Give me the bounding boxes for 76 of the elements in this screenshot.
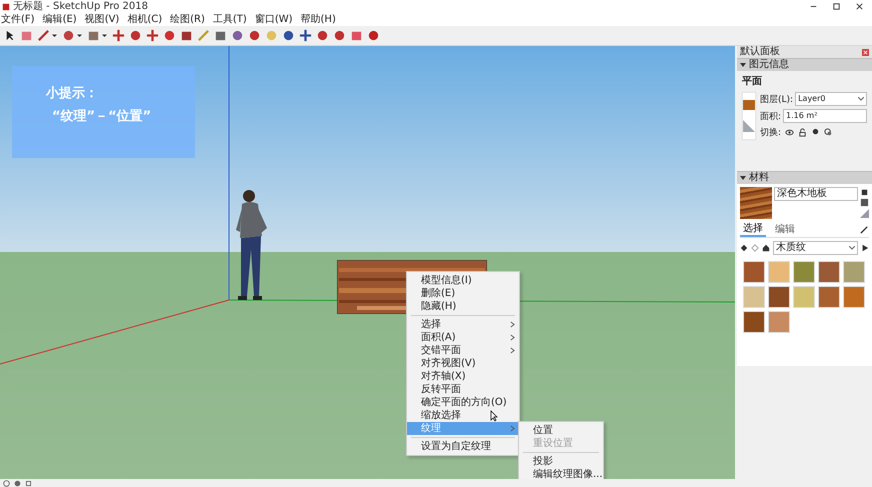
menu-item[interactable]: 确定平面的方向(O) <box>407 396 519 409</box>
material-swatch[interactable] <box>768 261 790 283</box>
caret-icon[interactable] <box>101 32 108 39</box>
material-swatch[interactable] <box>768 286 790 308</box>
material-swatch[interactable] <box>743 311 765 333</box>
section-title: 图元信息 <box>749 59 789 71</box>
material-swatch[interactable] <box>768 311 790 333</box>
field-label: 面积: <box>760 110 782 122</box>
home-icon[interactable] <box>762 244 770 252</box>
library-dropdown[interactable]: 木质纹 <box>773 241 858 255</box>
back-arrow-icon[interactable] <box>740 244 748 252</box>
tab[interactable]: 编辑 <box>772 223 798 236</box>
menu-item[interactable]: 位置 <box>519 424 603 437</box>
mouse-cursor-icon <box>490 410 498 422</box>
material-swatch[interactable] <box>843 286 865 308</box>
square-icon[interactable] <box>87 29 100 42</box>
tip-title: 小提示： <box>46 86 98 101</box>
menu-item[interactable]: 视图(V) <box>84 14 120 26</box>
area-field[interactable]: 1.16 m² <box>783 109 867 123</box>
material-swatch[interactable] <box>843 261 865 283</box>
menu-item[interactable]: 相机(C) <box>127 14 162 26</box>
section-header[interactable]: 图元信息 <box>737 58 872 71</box>
app-icon <box>2 2 10 10</box>
menu-item[interactable]: 编辑纹理图像... <box>519 468 603 479</box>
menu-item[interactable]: 对齐视图(V) <box>407 357 519 370</box>
caret-icon[interactable] <box>51 32 58 39</box>
menu-item[interactable]: 面积(A) <box>407 331 519 344</box>
menu-item[interactable]: 删除(E) <box>407 287 519 300</box>
tab[interactable]: 选择 <box>740 222 766 237</box>
menu-item[interactable]: 投影 <box>519 455 603 468</box>
material-swatch[interactable] <box>818 261 840 283</box>
menu-item[interactable]: 绘图(R) <box>170 14 205 26</box>
panel-title: 默认面板 <box>740 46 780 58</box>
menu-item[interactable]: 编辑(E) <box>42 14 77 26</box>
window-title: 无标题 - SketchUp Pro 2018 <box>13 0 148 12</box>
menu-item[interactable]: 帮助(H) <box>300 14 336 26</box>
material-name-field[interactable]: 深色木地板 <box>774 187 858 201</box>
eye-icon[interactable] <box>785 128 794 137</box>
material-swatch[interactable] <box>793 261 815 283</box>
material-swatch[interactable] <box>818 286 840 308</box>
menu-item[interactable]: 对齐轴(X) <box>407 370 519 383</box>
material-swatch[interactable] <box>743 261 765 283</box>
menu-item[interactable]: 交错平面 <box>407 344 519 357</box>
menu-item[interactable]: 缩放选择 <box>407 409 519 422</box>
section-title: 材料 <box>749 172 769 184</box>
expanded-triangle-icon <box>740 175 746 181</box>
material-swatch[interactable] <box>793 286 815 308</box>
field-label: 切换: <box>760 126 782 139</box>
menu-item[interactable]: 工具(T) <box>212 14 247 26</box>
field-label: 图层(L): <box>760 94 794 106</box>
caret-icon[interactable] <box>76 32 83 39</box>
menu-item[interactable]: 模型信息(I) <box>407 274 519 287</box>
pencil-icon[interactable] <box>37 29 50 42</box>
material-swatch[interactable] <box>743 286 765 308</box>
close-icon[interactable] <box>855 2 864 11</box>
details-arrow-icon[interactable] <box>861 244 869 252</box>
menu-item[interactable]: 选择 <box>407 318 519 331</box>
triangle-icon <box>860 209 869 218</box>
maximize-icon[interactable] <box>832 2 841 11</box>
section-header[interactable]: 材料 <box>737 171 872 184</box>
eyedropper-icon[interactable] <box>860 225 869 234</box>
expanded-triangle-icon <box>740 62 746 68</box>
tip-text: “纹理”－“位置” <box>52 109 152 124</box>
caret-icon <box>849 246 855 250</box>
entity-type-label: 平面 <box>742 75 763 88</box>
menu-item[interactable]: 反转平面 <box>407 383 519 396</box>
menu-item[interactable]: 窗口(W) <box>254 14 293 26</box>
menu-item[interactable]: 设置为自定纹理 <box>407 440 519 453</box>
forward-arrow-icon[interactable] <box>751 244 759 252</box>
material-preview-icon <box>742 92 756 140</box>
menu-item[interactable]: 隐藏(H) <box>407 300 519 313</box>
material-preview <box>740 187 772 219</box>
menu-item[interactable]: 文件(F) <box>1 14 35 26</box>
lock-icon[interactable] <box>798 128 808 137</box>
layer-dropdown[interactable]: Layer0 <box>795 92 867 106</box>
caret-icon <box>858 97 864 101</box>
